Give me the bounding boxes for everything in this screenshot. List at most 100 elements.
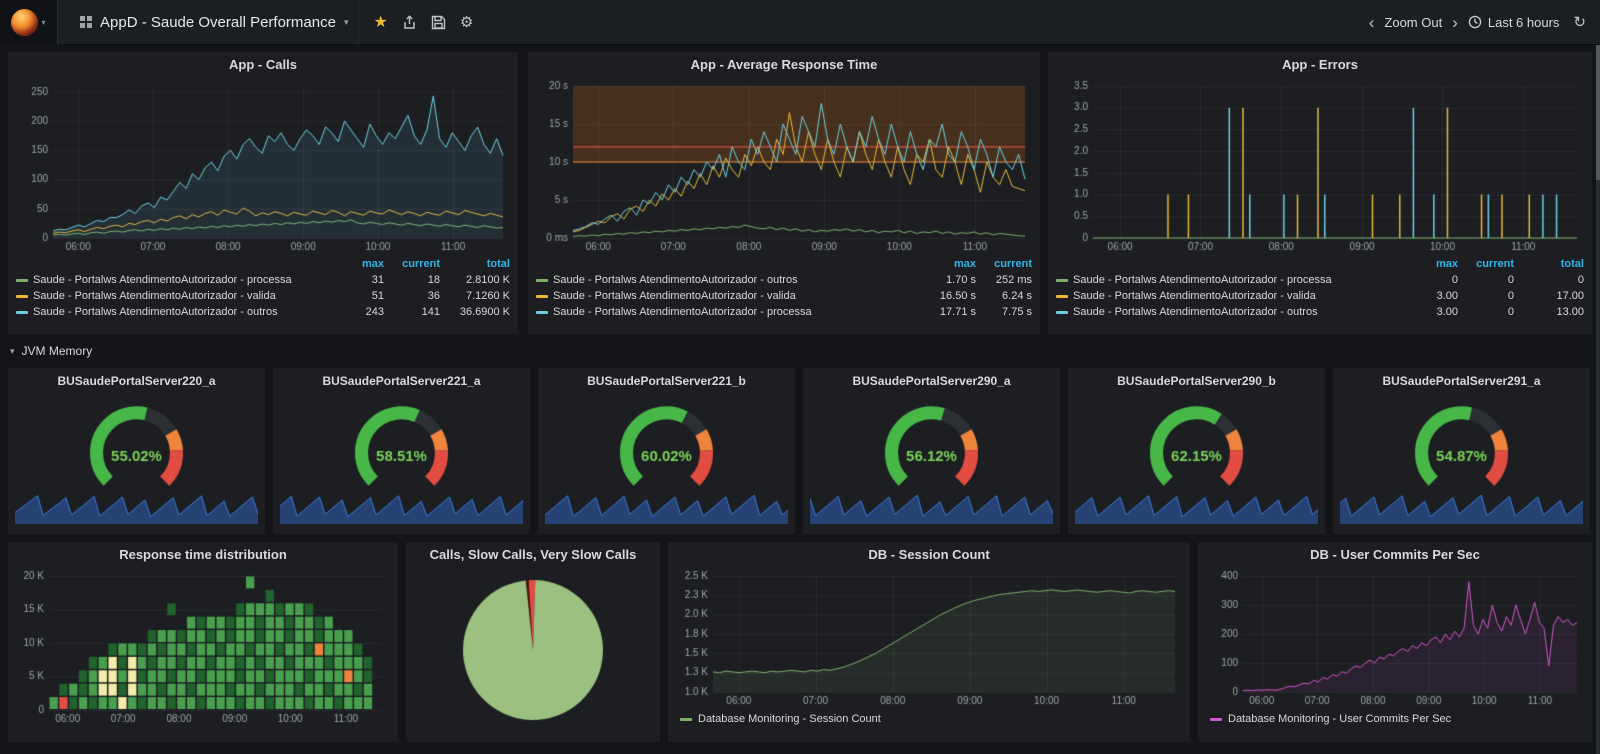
chevron-down-icon: ▾ bbox=[41, 17, 46, 27]
panel-gauge-server291a: BUSaudePortalServer291_a bbox=[1333, 368, 1590, 534]
series-name: Saude - Portalws AtendimentoAutorizador … bbox=[1073, 274, 1332, 286]
legend-row: Saude - Portalws AtendimentoAutorizador … bbox=[16, 288, 510, 304]
panel-title[interactable]: DB - User Commits Per Sec bbox=[1198, 542, 1592, 568]
series-toggle[interactable]: Saude - Portalws AtendimentoAutorizador … bbox=[1056, 272, 1412, 288]
series-swatch-icon bbox=[536, 310, 548, 314]
jvm-gauge[interactable] bbox=[803, 394, 1060, 492]
series-toggle[interactable]: Saude - Portalws AtendimentoAutorizador … bbox=[1056, 288, 1412, 304]
series-name: Saude - Portalws AtendimentoAutorizador … bbox=[553, 290, 796, 302]
panel-title[interactable]: Calls, Slow Calls, Very Slow Calls bbox=[406, 542, 660, 568]
db-session-legend: Database Monitoring - Session Count bbox=[668, 710, 1190, 728]
save-icon[interactable] bbox=[431, 15, 446, 30]
series-total: 7.1260 K bbox=[465, 290, 510, 302]
series-current: 6.24 s bbox=[1002, 290, 1032, 302]
app-response-chart[interactable] bbox=[535, 78, 1033, 256]
series-current: 252 ms bbox=[995, 274, 1032, 286]
panel-title[interactable]: App - Errors bbox=[1048, 52, 1592, 78]
series-swatch-icon bbox=[1056, 310, 1068, 314]
series-max: 31 bbox=[371, 274, 384, 286]
series-swatch-icon bbox=[16, 278, 28, 282]
panel-title[interactable]: BUSaudePortalServer221_a bbox=[273, 368, 530, 394]
panel-gauge-server290a: BUSaudePortalServer290_a bbox=[803, 368, 1060, 534]
panel-app-errors: App - Errors max current total Saude - P… bbox=[1048, 52, 1592, 334]
star-icon[interactable]: ★ bbox=[373, 12, 387, 32]
chevron-down-icon: ▾ bbox=[343, 16, 349, 27]
legend-col-max: max bbox=[361, 258, 384, 270]
series-name: Saude - Portalws AtendimentoAutorizador … bbox=[1073, 306, 1318, 318]
panel-title[interactable]: BUSaudePortalServer290_a bbox=[803, 368, 1060, 394]
legend-col-max: max bbox=[1435, 258, 1458, 270]
panel-gauge-server221b: BUSaudePortalServer221_b bbox=[538, 368, 795, 534]
panel-title[interactable]: BUSaudePortalServer220_a bbox=[8, 368, 265, 394]
share-icon[interactable] bbox=[402, 14, 417, 30]
pan-left-chevron-icon[interactable]: ‹ bbox=[1369, 14, 1375, 31]
series-total: 0 bbox=[1577, 274, 1584, 286]
legend-header: max current bbox=[536, 256, 1032, 272]
row-header-jvm-memory[interactable]: ▾ JVM Memory bbox=[10, 342, 92, 360]
series-toggle[interactable]: Saude - Portalws AtendimentoAutorizador … bbox=[1056, 304, 1412, 320]
series-toggle[interactable]: Saude - Portalws AtendimentoAutorizador … bbox=[16, 304, 338, 320]
app-errors-legend: max current total Saude - Portalws Atend… bbox=[1048, 256, 1592, 320]
db-session-chart[interactable] bbox=[675, 568, 1183, 710]
panel-title[interactable]: App - Average Response Time bbox=[528, 52, 1040, 78]
series-current: 141 bbox=[421, 306, 440, 318]
chevron-down-icon: ▾ bbox=[10, 345, 15, 356]
series-max: 1.70 s bbox=[946, 274, 976, 286]
jvm-gauge[interactable] bbox=[538, 394, 795, 492]
series-name: Saude - Portalws AtendimentoAutorizador … bbox=[553, 306, 812, 318]
response-distribution-heatmap[interactable] bbox=[15, 568, 391, 728]
jvm-gauge[interactable] bbox=[8, 394, 265, 492]
dashboard-picker[interactable]: AppD - Saude Overall Performance ▾ bbox=[70, 0, 360, 45]
calls-pie-chart[interactable] bbox=[413, 568, 653, 728]
time-range-button[interactable]: Last 6 hours bbox=[1468, 15, 1559, 30]
series-name: Saude - Portalws AtendimentoAutorizador … bbox=[553, 274, 798, 286]
scrollbar[interactable] bbox=[1596, 0, 1600, 754]
app-errors-chart[interactable] bbox=[1055, 78, 1585, 256]
series-current: 18 bbox=[427, 274, 440, 286]
series-swatch-icon bbox=[16, 310, 28, 314]
panel-title[interactable]: App - Calls bbox=[8, 52, 518, 78]
navbar: ▾ AppD - Saude Overall Performance ▾ ★ ⚙… bbox=[0, 0, 1600, 45]
series-current: 0 bbox=[1507, 274, 1514, 286]
series-toggle[interactable]: Saude - Portalws AtendimentoAutorizador … bbox=[536, 272, 920, 288]
panel-title[interactable]: Response time distribution bbox=[8, 542, 398, 568]
legend-col-current: current bbox=[1476, 258, 1514, 270]
series-swatch-icon bbox=[1056, 294, 1068, 298]
refresh-icon[interactable]: ↻ bbox=[1573, 13, 1586, 31]
series-toggle[interactable]: Saude - Portalws AtendimentoAutorizador … bbox=[16, 272, 338, 288]
app-calls-chart[interactable] bbox=[15, 78, 511, 256]
series-toggle[interactable]: Saude - Portalws AtendimentoAutorizador … bbox=[536, 288, 920, 304]
panel-db-user-commits: DB - User Commits Per Sec Database Monit… bbox=[1198, 542, 1592, 742]
jvm-gauge[interactable] bbox=[1333, 394, 1590, 492]
legend-row: Saude - Portalws AtendimentoAutorizador … bbox=[1056, 272, 1584, 288]
series-max: 3.00 bbox=[1436, 290, 1458, 302]
panel-app-response-time: App - Average Response Time max current … bbox=[528, 52, 1040, 334]
jvm-sparkline bbox=[280, 492, 523, 524]
series-max: 0 bbox=[1451, 274, 1458, 286]
series-swatch-icon bbox=[1210, 717, 1222, 721]
db-commits-chart[interactable] bbox=[1205, 568, 1585, 710]
panel-title[interactable]: DB - Session Count bbox=[668, 542, 1190, 568]
zoom-out-button[interactable]: Zoom Out bbox=[1384, 15, 1442, 30]
series-name[interactable]: Database Monitoring - Session Count bbox=[698, 713, 881, 725]
series-name: Saude - Portalws AtendimentoAutorizador … bbox=[33, 274, 292, 286]
jvm-gauge[interactable] bbox=[273, 394, 530, 492]
panel-title[interactable]: BUSaudePortalServer290_b bbox=[1068, 368, 1325, 394]
series-name[interactable]: Database Monitoring - User Commits Per S… bbox=[1228, 713, 1451, 725]
series-current: 0 bbox=[1507, 306, 1514, 318]
legend-row: Saude - Portalws AtendimentoAutorizador … bbox=[16, 304, 510, 320]
series-name: Saude - Portalws AtendimentoAutorizador … bbox=[1073, 290, 1316, 302]
pan-right-chevron-icon[interactable]: › bbox=[1452, 14, 1458, 31]
series-swatch-icon bbox=[16, 294, 28, 298]
app-calls-legend: max current total Saude - Portalws Atend… bbox=[8, 256, 518, 320]
series-name: Saude - Portalws AtendimentoAutorizador … bbox=[33, 290, 276, 302]
legend-row: Saude - Portalws AtendimentoAutorizador … bbox=[536, 288, 1032, 304]
jvm-sparkline bbox=[1075, 492, 1318, 524]
settings-gear-icon[interactable]: ⚙ bbox=[460, 13, 473, 31]
jvm-gauge[interactable] bbox=[1068, 394, 1325, 492]
panel-title[interactable]: BUSaudePortalServer221_b bbox=[538, 368, 795, 394]
grafana-logo-button[interactable]: ▾ bbox=[0, 0, 58, 45]
series-toggle[interactable]: Saude - Portalws AtendimentoAutorizador … bbox=[16, 288, 338, 304]
panel-title[interactable]: BUSaudePortalServer291_a bbox=[1333, 368, 1590, 394]
series-toggle[interactable]: Saude - Portalws AtendimentoAutorizador … bbox=[536, 304, 920, 320]
